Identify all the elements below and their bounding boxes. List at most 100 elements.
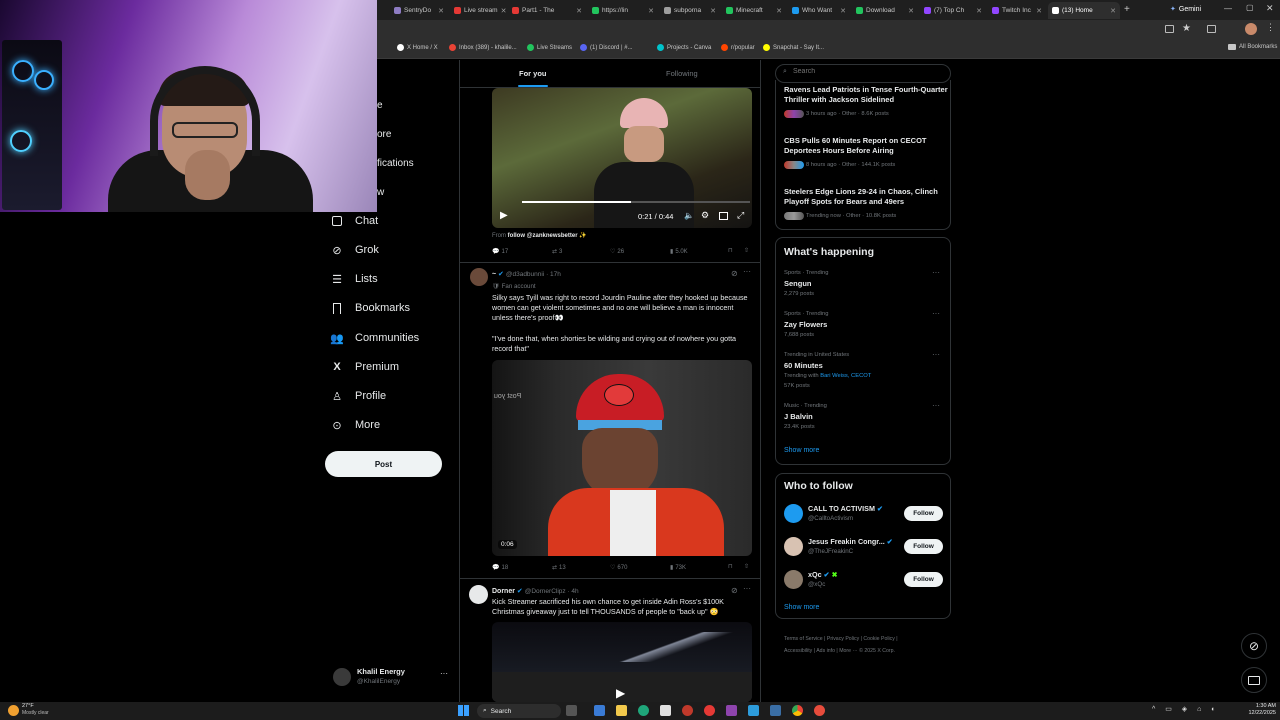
taskbar-app-icon[interactable] [748,705,759,716]
tab-for-you[interactable]: For you [519,69,547,78]
taskbar-app-icon[interactable] [638,705,649,716]
messages-float-button[interactable] [1241,667,1267,693]
post-more-icon[interactable]: ··· [743,267,751,276]
browser-tab[interactable]: Twitch Inc ✕ [988,2,1046,19]
follow-suggestion-avatar[interactable] [784,570,803,589]
search-input[interactable] [793,68,943,75]
account-switcher[interactable]: Khalil Energy @KhalilEnergy ··· [333,666,451,690]
trend-more-icon[interactable]: ··· [932,401,940,410]
weather-widget[interactable]: 27°F Mostly clear [8,703,49,717]
post3-avatar[interactable] [469,585,488,604]
footer-link[interactable]: Terms of Service [784,636,823,642]
windows-start-icon[interactable] [458,705,469,716]
settings-icon[interactable]: ⚙ [701,210,709,221]
like-button[interactable]: ♡ 26 [610,248,624,256]
post2-author-name[interactable]: ~ [492,271,496,278]
follow-button[interactable]: Follow [904,539,943,554]
trend-title[interactable]: Sengun [784,279,812,288]
tab-close-icon[interactable]: ✕ [501,7,506,15]
follow-button[interactable]: Follow [904,506,943,521]
play-icon[interactable]: ▶ [500,210,508,221]
follow-suggestion-name[interactable]: xQc ✔ ✖ [808,570,838,579]
grok-post-icon[interactable]: ⊘ [731,269,738,278]
trend-more-icon[interactable]: ··· [932,268,940,277]
taskbar-app-icon[interactable] [704,705,715,716]
news-item-title[interactable]: Steelers Edge Lions 29-24 in Chaos, Clin… [784,187,949,207]
trend-title[interactable]: Zay Flowers [784,320,827,329]
taskbar-search[interactable]: ⌕ Search [477,704,561,718]
trend-title[interactable]: J Balvin [784,412,813,421]
tab-following[interactable]: Following [666,69,698,78]
post3-author-name[interactable]: Dorner [492,588,515,595]
sidebar-item-communities[interactable]: 👥 Communities [330,332,419,345]
taskbar-app-icon[interactable] [726,705,737,716]
bookmark-item[interactable]: X Home / X [397,44,438,51]
tab-close-icon[interactable]: ✕ [776,7,782,15]
repost-button[interactable]: ⇄ 3 [552,248,562,256]
tab-close-icon[interactable]: ✕ [576,7,582,15]
sidebar-item-more[interactable]: ⊙ More [331,419,380,432]
share-button[interactable]: ⇧ [744,563,749,570]
tray-icons[interactable]: ^ ▭ ◈ ⌂ ◐ [1152,705,1220,713]
bookmark-item[interactable]: Projects - Canva [657,44,711,51]
trend-with-links[interactable]: Bari Weiss, CECOT [820,373,871,379]
bookmark-button[interactable]: ⊓ [728,247,733,254]
taskbar-app-icon[interactable] [616,705,627,716]
share-button[interactable]: ⇧ [744,247,749,254]
footer-link[interactable]: More ··· [839,648,857,654]
post3-video[interactable]: ▶ [492,622,752,702]
browser-tab[interactable]: Minecraft ✕ [722,2,786,19]
sidebar-item-premium[interactable]: X Premium [331,361,399,373]
tab-close-icon[interactable]: ✕ [840,7,846,15]
bookmark-item[interactable]: Snapchat - Say It... [763,44,824,51]
clock[interactable]: 1:30 AM 12/22/2025 [1226,703,1276,717]
bookmark-item[interactable]: r/popular [721,44,755,51]
trend-title[interactable]: 60 Minutes [784,361,823,370]
post2-avatar[interactable] [470,268,488,286]
follow-suggestion-name[interactable]: CALL TO ACTIVISM ✔ [808,504,883,513]
bookmark-item[interactable]: Live Streams [527,44,572,51]
taskbar-app-icon[interactable] [660,705,671,716]
side-panel-icon[interactable] [1207,25,1216,33]
all-bookmarks[interactable]: All Bookmarks [1228,44,1277,50]
bookmark-item[interactable]: (1) Discord | #... [580,44,633,51]
tab-close-icon[interactable]: ✕ [1036,7,1042,15]
browser-tab[interactable]: Part1 - The ✕ [508,2,586,19]
news-item-title[interactable]: Ravens Lead Patriots in Tense Fourth-Qua… [784,85,949,105]
pip-icon[interactable] [719,212,728,220]
new-tab-button[interactable]: + [1124,4,1130,15]
browser-tab[interactable]: Live stream ✕ [450,2,506,19]
taskbar-app-icon[interactable] [594,705,605,716]
like-button[interactable]: ♡ 670 [610,564,627,572]
reply-button[interactable]: 💬 17 [492,248,508,256]
screen-share-icon[interactable] [1165,25,1174,33]
sidebar-item-bookmarks[interactable]: Bookmarks [331,302,410,314]
window-close-button[interactable]: ✕ [1266,3,1274,14]
follow-suggestion-avatar[interactable] [784,504,803,523]
bookmark-item[interactable]: Inbox (389) - khalile... [449,44,517,51]
grok-float-button[interactable]: ⊘ [1241,633,1267,659]
footer-link[interactable]: Cookie Policy [863,636,894,642]
footer-link[interactable]: Ads info [816,648,835,654]
sidebar-item-grok[interactable]: ⊘ Grok [331,244,378,257]
volume-icon[interactable]: 🔈 [684,211,694,220]
follow-suggestion-avatar[interactable] [784,537,803,556]
footer-link[interactable]: Accessibility [784,648,812,654]
tab-close-icon[interactable]: ✕ [438,7,444,15]
follow-button[interactable]: Follow [904,572,943,587]
fullscreen-icon[interactable]: ⤢ [737,210,744,221]
sidebar-partial-home[interactable]: e [377,100,383,111]
star-icon[interactable]: ★ [1182,23,1191,34]
sidebar-item-lists[interactable]: ☰ Lists [331,273,378,286]
sidebar-partial-notifications[interactable]: fications [377,158,414,169]
bookmark-button[interactable]: ⊓ [728,563,733,570]
sidebar-partial-explore[interactable]: ore [377,129,391,140]
trend-more-icon[interactable]: ··· [932,350,940,359]
trends-show-more[interactable]: Show more [784,447,819,454]
repost-button[interactable]: ⇄ 13 [552,564,566,572]
post-button[interactable]: Post [325,451,442,477]
taskbar-chrome-icon[interactable] [792,705,803,716]
post-more-icon[interactable]: ··· [743,584,751,593]
taskbar-app-icon[interactable] [566,705,577,716]
views-button[interactable]: ▮ 73K [670,564,686,572]
